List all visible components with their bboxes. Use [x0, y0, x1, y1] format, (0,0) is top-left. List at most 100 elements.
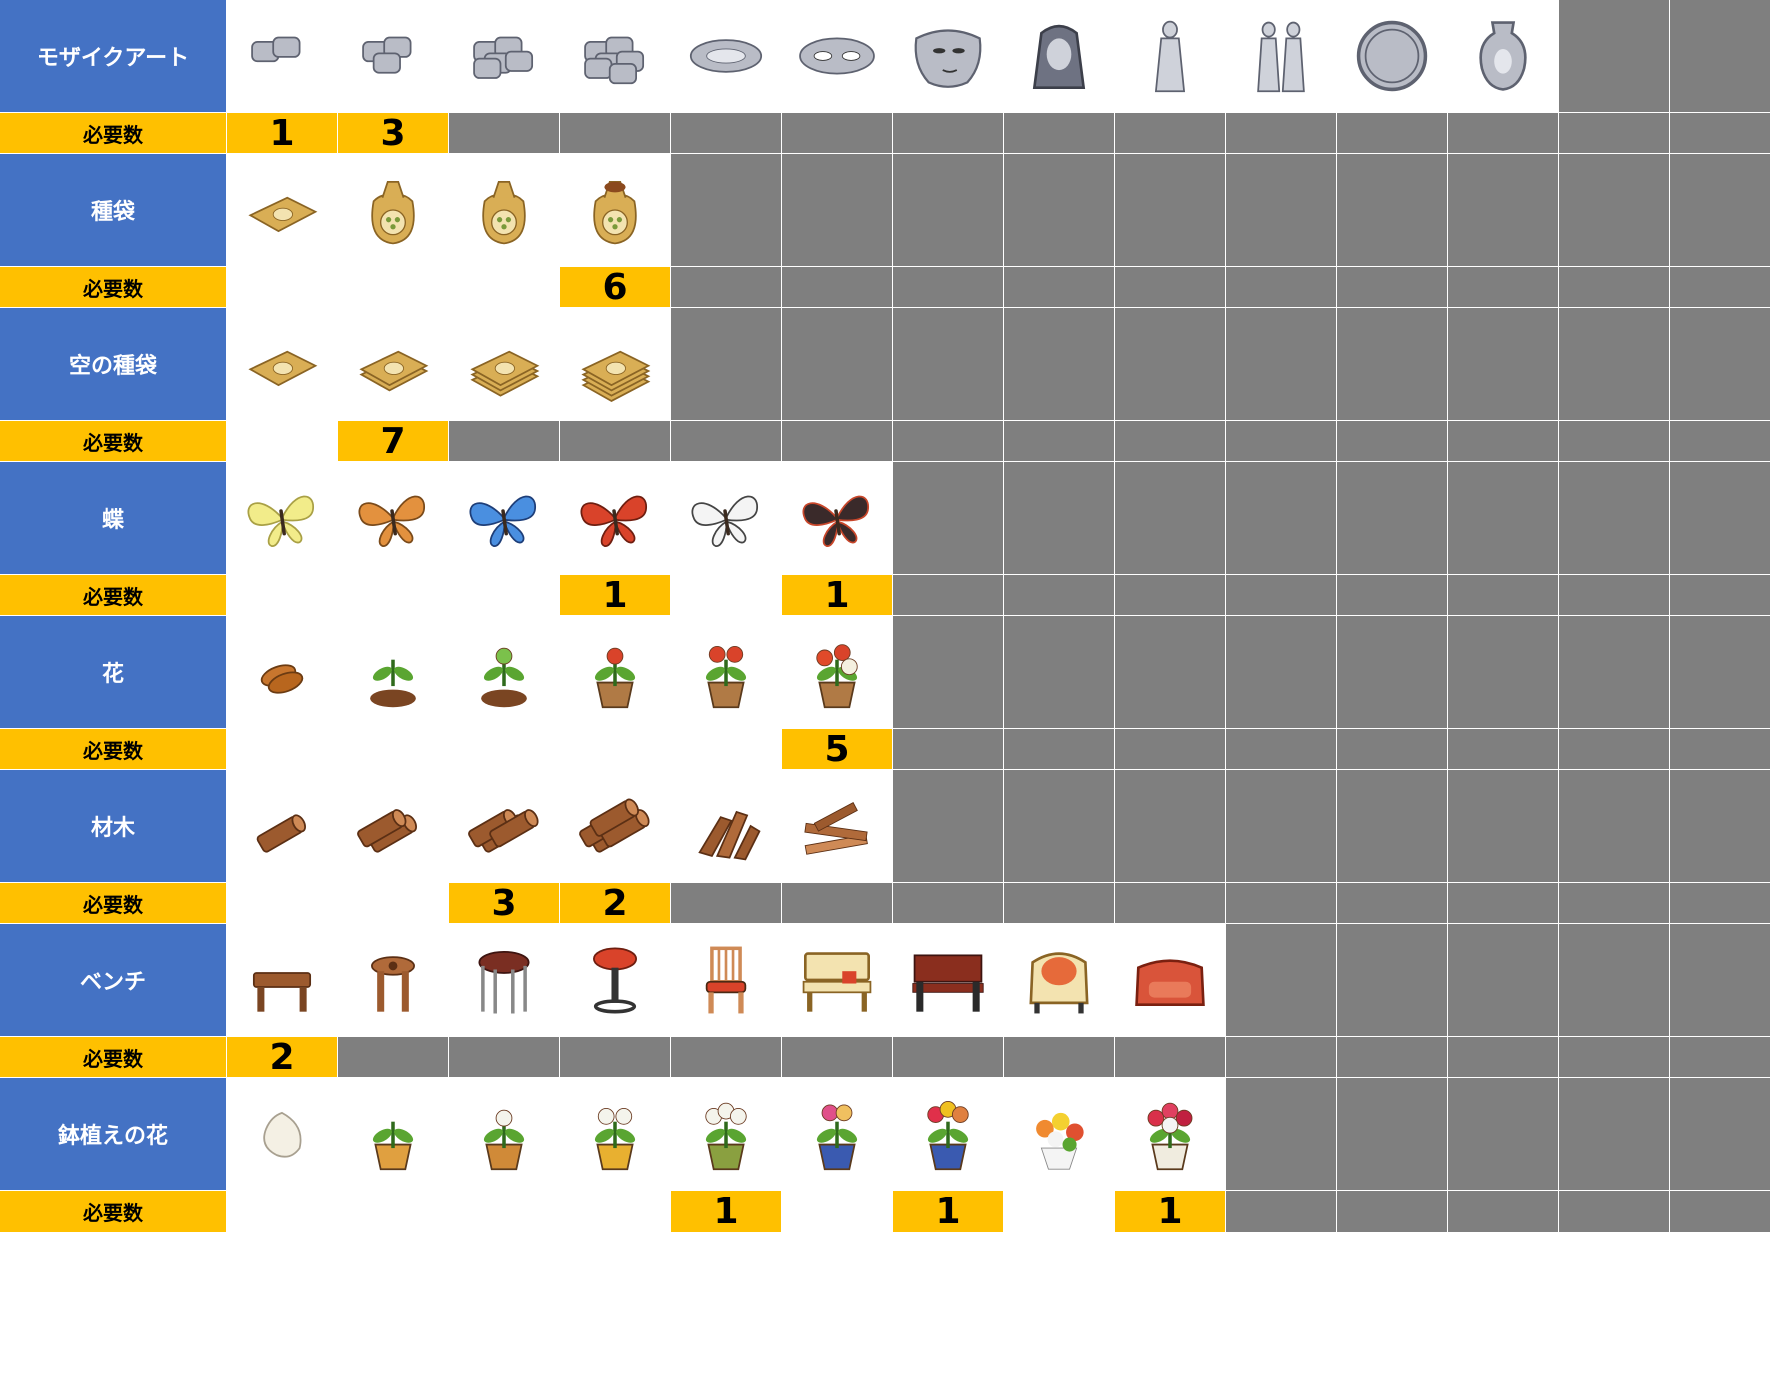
- unavailable-cell: [1670, 113, 1770, 153]
- red-sofa-icon: [1115, 924, 1225, 1036]
- unavailable-cell: [893, 883, 1003, 923]
- unavailable-cell: [1337, 770, 1447, 882]
- mosaic-tiles-pile-icon: [560, 0, 670, 112]
- unavailable-cell: [1448, 462, 1558, 574]
- unavailable-cell: [1670, 154, 1770, 266]
- unavailable-cell: [1337, 154, 1447, 266]
- seed-sack-small-icon: [338, 154, 448, 266]
- required-count: 1: [560, 575, 670, 615]
- unavailable-cell: [1448, 883, 1558, 923]
- unavailable-cell: [1004, 575, 1114, 615]
- unavailable-cell: [671, 308, 781, 420]
- park-bench-icon: [893, 924, 1003, 1036]
- unavailable-cell: [1559, 1191, 1669, 1232]
- unavailable-cell: [1559, 421, 1669, 461]
- unavailable-cell: [1004, 616, 1114, 728]
- unavailable-cell: [1337, 421, 1447, 461]
- sprout-pot-icon: [560, 616, 670, 728]
- empty-count-cell: [227, 883, 337, 923]
- unavailable-cell: [671, 883, 781, 923]
- required-count: 1: [1115, 1191, 1225, 1232]
- unavailable-cell: [1670, 462, 1770, 574]
- unavailable-cell: [1115, 421, 1225, 461]
- unavailable-cell: [1337, 113, 1447, 153]
- unavailable-cell: [893, 616, 1003, 728]
- empty-count-cell: [449, 1191, 559, 1232]
- potted-white-flowers-icon: [671, 1078, 781, 1190]
- unavailable-cell: [782, 113, 892, 153]
- tied-logs-icon: [560, 770, 670, 882]
- potted-red-flowers-icon: [1115, 1078, 1225, 1190]
- unavailable-cell: [1337, 883, 1447, 923]
- empty-count-cell: [227, 421, 337, 461]
- seed-sack-tied-icon: [449, 154, 559, 266]
- mosaic-couple-icon: [1226, 0, 1336, 112]
- unavailable-cell: [1226, 267, 1336, 307]
- unavailable-cell: [1226, 462, 1336, 574]
- count-label: 必要数: [0, 1037, 226, 1077]
- potted-tulips-icon: [893, 1078, 1003, 1190]
- required-count: 2: [227, 1037, 337, 1077]
- unavailable-cell: [1115, 1037, 1225, 1077]
- sprout-bud-icon: [449, 616, 559, 728]
- unavailable-cell: [893, 308, 1003, 420]
- unavailable-cell: [1004, 113, 1114, 153]
- category-label: 蝶: [0, 462, 226, 574]
- unavailable-cell: [671, 113, 781, 153]
- flower-seed-icon: [227, 616, 337, 728]
- required-count: 6: [560, 267, 670, 307]
- unavailable-cell: [1448, 1078, 1558, 1190]
- unavailable-cell: [1559, 883, 1669, 923]
- unavailable-cell: [1559, 770, 1669, 882]
- required-count: 5: [782, 729, 892, 769]
- category-label: モザイクアート: [0, 0, 226, 112]
- unavailable-cell: [1670, 0, 1770, 112]
- unavailable-cell: [1115, 616, 1225, 728]
- unavailable-cell: [1004, 421, 1114, 461]
- unavailable-cell: [1670, 1191, 1770, 1232]
- mosaic-eye-icon: [671, 0, 781, 112]
- yellow-butterfly-icon: [227, 462, 337, 574]
- count-label: 必要数: [0, 113, 226, 153]
- unavailable-cell: [1448, 421, 1558, 461]
- red-bar-stool-icon: [560, 924, 670, 1036]
- empty-count-cell: [782, 1191, 892, 1232]
- seed-sack-open-icon: [560, 154, 670, 266]
- round-stool-icon: [338, 924, 448, 1036]
- unavailable-cell: [1226, 113, 1336, 153]
- empty-sack-2-icon: [338, 308, 448, 420]
- unavailable-cell: [1448, 308, 1558, 420]
- empty-count-cell: [1004, 1191, 1114, 1232]
- unavailable-cell: [1559, 924, 1669, 1036]
- two-logs-icon: [338, 770, 448, 882]
- unavailable-cell: [893, 113, 1003, 153]
- unavailable-cell: [1559, 575, 1669, 615]
- unavailable-cell: [1226, 154, 1336, 266]
- unavailable-cell: [1004, 729, 1114, 769]
- unavailable-cell: [449, 421, 559, 461]
- white-seed-icon: [227, 1078, 337, 1190]
- unavailable-cell: [782, 267, 892, 307]
- unavailable-cell: [1226, 729, 1336, 769]
- empty-sack-3-icon: [449, 308, 559, 420]
- wood-bench-icon: [782, 924, 892, 1036]
- unavailable-cell: [782, 308, 892, 420]
- seed-packet-icon: [227, 154, 337, 266]
- empty-count-cell: [338, 1191, 448, 1232]
- empty-count-cell: [449, 575, 559, 615]
- count-label: 必要数: [0, 421, 226, 461]
- unavailable-cell: [449, 1037, 559, 1077]
- unavailable-cell: [1004, 267, 1114, 307]
- unavailable-cell: [1004, 770, 1114, 882]
- empty-count-cell: [227, 729, 337, 769]
- mosaic-tile-2-icon: [338, 0, 448, 112]
- unavailable-cell: [1337, 575, 1447, 615]
- unavailable-cell: [1004, 154, 1114, 266]
- unavailable-cell: [782, 154, 892, 266]
- unavailable-cell: [1115, 113, 1225, 153]
- unavailable-cell: [1448, 1037, 1558, 1077]
- count-label: 必要数: [0, 267, 226, 307]
- potted-bud-icon: [449, 1078, 559, 1190]
- unavailable-cell: [782, 1037, 892, 1077]
- unavailable-cell: [893, 729, 1003, 769]
